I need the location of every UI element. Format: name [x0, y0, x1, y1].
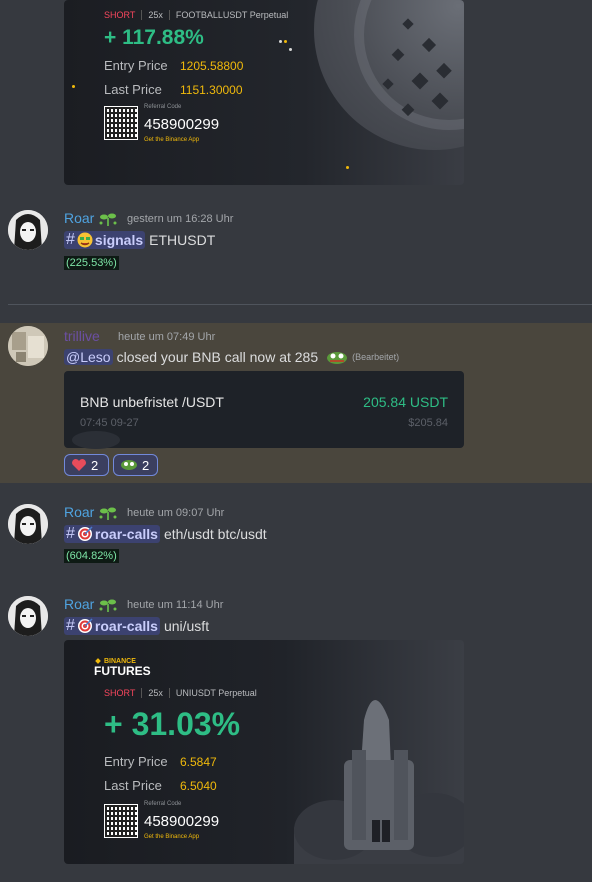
timestamp: heute um 07:49 Uhr: [118, 331, 216, 343]
sparkle: [284, 40, 287, 43]
message-text: uni/usft: [163, 618, 210, 634]
entry-price-value: 1205.58800: [180, 59, 244, 73]
sprout-icon: [99, 599, 117, 612]
reaction-count: 2: [91, 457, 99, 473]
reaction-heart[interactable]: 2: [64, 454, 109, 476]
pair-label: UNIUSDT Perpetual: [175, 688, 257, 698]
direction-label: SHORT: [104, 688, 136, 698]
last-price-value: 6.5040: [180, 779, 217, 793]
channel-mention[interactable]: # signals: [64, 231, 146, 249]
anime-avatar-icon: [8, 210, 48, 250]
message-text: eth/usdt btc/usdt: [163, 526, 267, 542]
sparkle: [346, 166, 349, 169]
price-embed[interactable]: BNB unbefristet /USDT 205.84 USDT 07:45 …: [64, 371, 464, 449]
last-price-value: 1151.30000: [180, 83, 243, 97]
referral-code: 458900299: [144, 116, 220, 133]
sprout-icon: [99, 507, 117, 520]
rocket-illustration: [294, 700, 464, 864]
leverage-label: 25x: [148, 10, 163, 20]
embed-price-small: $205.84: [408, 417, 448, 429]
divider: [168, 688, 170, 698]
profit-percent: (225.53%): [64, 256, 119, 270]
embed-shadow: [72, 431, 120, 449]
reaction-pepe[interactable]: 2: [113, 454, 158, 476]
last-price-label: Last Price: [104, 82, 162, 97]
brand-bottom: FUTURES: [94, 664, 151, 678]
reaction-count: 2: [142, 457, 150, 473]
profit-percent: (604.82%): [64, 549, 119, 563]
embed-time: 07:45 09-27: [80, 417, 139, 429]
anime-avatar-icon: [8, 596, 48, 636]
position-meta: SHORT 25x FOOTBALLUSDT Perpetual: [104, 10, 288, 20]
money-face-icon: [77, 232, 93, 248]
sprout-icon: [99, 213, 117, 226]
hash-icon: #: [66, 617, 75, 634]
pair-label: FOOTBALLUSDT Perpetual: [175, 10, 289, 20]
pepe-icon: [327, 352, 348, 364]
avatar[interactable]: [8, 210, 48, 250]
entry-price-label: Entry Price: [104, 58, 168, 73]
hash-icon: #: [66, 231, 75, 248]
channel-name: roar-calls: [94, 618, 158, 634]
channel-mention[interactable]: # roar-calls: [64, 525, 160, 543]
leverage-label: 25x: [148, 688, 163, 698]
entry-price-value: 6.5847: [180, 755, 217, 769]
username[interactable]: Roar: [64, 504, 94, 520]
avatar[interactable]: [8, 504, 48, 544]
username[interactable]: Roar: [64, 596, 94, 612]
edited-tag: (Bearbeitet): [352, 352, 400, 362]
channel-mention[interactable]: # roar-calls: [64, 617, 160, 635]
target-icon: [77, 618, 93, 633]
timestamp: gestern um 16:28 Uhr: [127, 213, 234, 225]
last-price-label: Last Price: [104, 778, 162, 793]
user-mention[interactable]: @Leso: [64, 349, 113, 365]
pnl-percent: + 31.03%: [104, 706, 241, 742]
pnl-card-uni[interactable]: BINANCE FUTURES SHORT 25x UNIUSDT Perpet…: [64, 640, 464, 864]
qr-code-icon: [104, 106, 138, 140]
referral-code: 458900299: [144, 813, 220, 830]
sparkle: [289, 48, 292, 51]
position-meta: SHORT 25x UNIUSDT Perpetual: [104, 688, 257, 698]
pnl-percent: + 117.88%: [104, 26, 204, 49]
qr-code-icon: [104, 804, 138, 838]
avatar[interactable]: [8, 596, 48, 636]
pnl-card-football[interactable]: SHORT 25x FOOTBALLUSDT Perpetual + 117.8…: [64, 0, 464, 185]
referral-label: Referral Code: [144, 801, 182, 807]
message-text: closed your BNB call now at 285: [116, 349, 319, 365]
message-content: # roar-calls eth/usdt btc/usdt: [64, 525, 267, 543]
direction-label: SHORT: [104, 10, 136, 20]
heart-icon: [72, 459, 86, 471]
timestamp: heute um 11:14 Uhr: [127, 599, 224, 611]
message-divider: [8, 304, 592, 305]
embed-price: 205.84 USDT: [363, 394, 448, 410]
sparkle: [72, 85, 75, 88]
pepe-icon: [121, 460, 137, 470]
photo-avatar-icon: [8, 326, 48, 366]
message-content: # signals ETHUSDT: [64, 231, 215, 249]
username[interactable]: trillive: [64, 328, 100, 344]
divider: [141, 688, 143, 698]
channel-name: signals: [94, 232, 144, 248]
binance-app-label: Get the Binance App: [144, 834, 200, 840]
anime-avatar-icon: [8, 504, 48, 544]
entry-price-label: Entry Price: [104, 754, 168, 769]
target-icon: [77, 526, 93, 541]
referral-label: Referral Code: [144, 104, 182, 110]
hash-icon: #: [66, 525, 75, 542]
divider: [168, 10, 170, 20]
decorative-diamonds: [382, 18, 452, 117]
avatar[interactable]: [8, 326, 48, 366]
channel-name: roar-calls: [94, 526, 158, 542]
embed-pair: BNB unbefristet /USDT: [80, 394, 224, 410]
divider: [141, 10, 143, 20]
message-content: # roar-calls uni/usft: [64, 617, 209, 635]
message-text: ETHUSDT: [149, 232, 216, 248]
username[interactable]: Roar: [64, 210, 94, 226]
sparkle: [279, 40, 282, 43]
timestamp: heute um 09:07 Uhr: [127, 507, 225, 519]
binance-app-label: Get the Binance App: [144, 137, 200, 143]
message-content: @Leso closed your BNB call now at 285 (B…: [64, 349, 399, 365]
